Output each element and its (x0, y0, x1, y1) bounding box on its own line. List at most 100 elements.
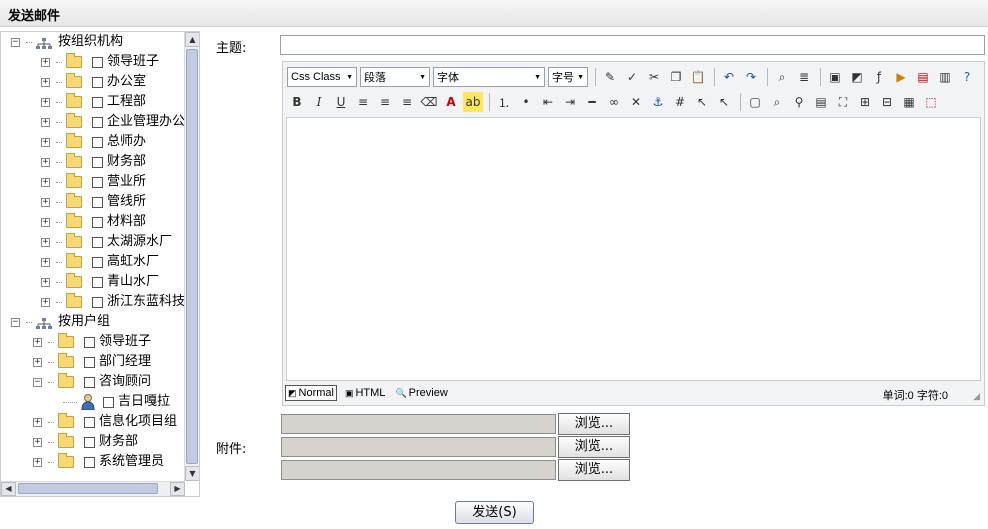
tree-item[interactable]: + 高虹水厂 (41, 252, 159, 272)
expand-icon[interactable]: + (41, 257, 50, 267)
tree-item-checkbox[interactable] (92, 116, 103, 128)
attachment-file-field[interactable] (281, 460, 556, 480)
tree-item[interactable]: + 领导班子 (41, 52, 159, 72)
scroll-left-arrow-icon[interactable]: ◀ (1, 482, 16, 496)
tree-user-item[interactable]: 吉日嘎拉 (63, 392, 170, 412)
find-replace-icon[interactable]: ⌕ (772, 67, 792, 87)
horizontal-rule-icon[interactable]: ━ (582, 92, 602, 112)
format-clear-icon[interactable]: ✎ (600, 67, 620, 87)
scroll-right-arrow-icon[interactable]: ▶ (170, 482, 185, 496)
mode-tab-normal[interactable]: ◩ Normal (285, 385, 337, 401)
collapse-icon[interactable]: − (33, 377, 42, 387)
tree-item[interactable]: + 浙江东蓝科技 (41, 292, 185, 312)
tree-item[interactable]: + 企业管理办公 (41, 112, 185, 132)
table-insert-icon[interactable]: ▦ (899, 92, 919, 112)
tree-item-checkbox[interactable] (84, 436, 95, 448)
expand-icon[interactable]: + (41, 277, 50, 287)
undo-icon[interactable]: ↶ (719, 67, 739, 87)
tree-item[interactable]: + 太湖源水厂 (41, 232, 172, 252)
paste-icon[interactable]: 📋 (688, 67, 708, 87)
scroll-thumb[interactable] (186, 49, 198, 464)
ordered-list-icon[interactable]: ⒈ (494, 92, 514, 112)
expand-icon[interactable]: + (41, 217, 50, 227)
tree-item[interactable]: + 信息化项目组 (33, 412, 177, 432)
expand-icon[interactable]: + (33, 457, 42, 467)
tree-item-checkbox[interactable] (84, 456, 95, 468)
tree-item-checkbox[interactable] (92, 256, 103, 268)
expand-icon[interactable]: + (41, 57, 50, 67)
mode-tab-preview[interactable]: 🔍 Preview (393, 386, 449, 400)
scroll-down-arrow-icon[interactable]: ▼ (185, 466, 199, 481)
italic-icon[interactable]: I (309, 92, 329, 112)
expand-icon[interactable]: + (41, 237, 50, 247)
css-class-select[interactable]: Css Class ▼ (287, 67, 357, 87)
tree-item[interactable]: + 材料部 (41, 212, 146, 232)
browse-button[interactable]: 浏览... (558, 436, 630, 458)
browse-button[interactable]: 浏览... (558, 459, 630, 481)
horizontal-scroll-thumb[interactable] (18, 483, 158, 494)
paste-text-icon[interactable]: ≣ (794, 67, 814, 87)
dotted-border-icon[interactable]: ⬚ (921, 92, 941, 112)
underline-icon[interactable]: U (331, 92, 351, 112)
unlink-icon[interactable]: ✕ (626, 92, 646, 112)
tree-item[interactable]: + 青山水厂 (41, 272, 159, 292)
expand-icon[interactable]: + (33, 437, 42, 447)
font-select[interactable]: 字体 ▼ (433, 67, 545, 87)
binoculars-icon[interactable]: ⚲ (789, 92, 809, 112)
tree-item[interactable]: + 管线所 (41, 192, 146, 212)
table-cell-icon[interactable]: ⊞ (855, 92, 875, 112)
anchor-icon[interactable]: ⚓ (648, 92, 668, 112)
tree-item[interactable]: + 领导班子 (33, 332, 151, 352)
subject-input[interactable] (280, 35, 985, 55)
resize-grip-icon[interactable]: ◢ (973, 392, 980, 402)
tree-item-checkbox[interactable] (84, 416, 95, 428)
spellcheck-icon[interactable]: ✓ (622, 67, 642, 87)
browse-button[interactable]: 浏览... (558, 413, 630, 435)
expand-icon[interactable]: + (41, 177, 50, 187)
expand-icon[interactable]: + (33, 357, 42, 367)
bold-icon[interactable]: B (287, 92, 307, 112)
tree-item[interactable]: − 咨询顾问 (33, 372, 151, 392)
highlight-color-icon[interactable]: ab (463, 92, 483, 112)
tree-item-checkbox[interactable] (84, 376, 95, 388)
expand-icon[interactable]: + (33, 417, 42, 427)
tree-item[interactable]: + 总师办 (41, 132, 146, 152)
recipient-tree-panel[interactable]: − 按组织机构 + 领导班子 + 办公室 + 工程部 + 企业管理办公 + 总师办 + 财务部 + 营业所 + 管… (0, 31, 200, 497)
tree-item-checkbox[interactable] (92, 156, 103, 168)
tree-group-node[interactable]: − 按用户组 (11, 312, 110, 332)
align-right-icon[interactable]: ≡ (397, 92, 417, 112)
attachment-file-field[interactable] (281, 437, 556, 457)
mode-tab-html[interactable]: ▣ HTML (343, 386, 387, 400)
font-size-select[interactable]: 字号 ▼ (548, 67, 588, 87)
media-icon[interactable]: ▶ (891, 67, 911, 87)
tree-item[interactable]: + 财务部 (33, 432, 138, 452)
scroll-up-arrow-icon[interactable]: ▲ (185, 32, 199, 47)
absolute-position-icon[interactable]: ⛶ (833, 92, 853, 112)
tree-item-checkbox[interactable] (92, 76, 103, 88)
expand-icon[interactable]: + (33, 337, 42, 347)
tree-item-checkbox[interactable] (92, 176, 103, 188)
tree-item[interactable]: + 营业所 (41, 172, 146, 192)
tree-item-checkbox[interactable] (84, 356, 95, 368)
expand-icon[interactable]: + (41, 97, 50, 107)
editor-content-area[interactable] (286, 117, 981, 381)
tree-item-checkbox[interactable] (92, 136, 103, 148)
table-properties-icon[interactable]: ⊟ (877, 92, 897, 112)
redo-icon[interactable]: ↷ (741, 67, 761, 87)
link-icon[interactable]: ∞ (604, 92, 624, 112)
tree-item[interactable]: + 财务部 (41, 152, 146, 172)
help-icon[interactable]: ? (957, 67, 977, 87)
table-icon[interactable]: # (670, 92, 690, 112)
tree-item-checkbox[interactable] (92, 236, 103, 248)
form-icon[interactable]: ▤ (811, 92, 831, 112)
pdf-icon[interactable]: ▤ (913, 67, 933, 87)
tree-item-checkbox[interactable] (92, 216, 103, 228)
tree-horizontal-scrollbar[interactable]: ◀ ▶ (1, 481, 185, 496)
tree-item[interactable]: + 工程部 (41, 92, 146, 112)
insert-image-icon[interactable]: ▣ (825, 67, 845, 87)
tree-item-checkbox[interactable] (92, 56, 103, 68)
tree-item-checkbox[interactable] (92, 196, 103, 208)
send-button[interactable]: 发送(S) (455, 501, 534, 524)
attachment-file-field[interactable] (281, 414, 556, 434)
outdent-icon[interactable]: ⇤ (538, 92, 558, 112)
